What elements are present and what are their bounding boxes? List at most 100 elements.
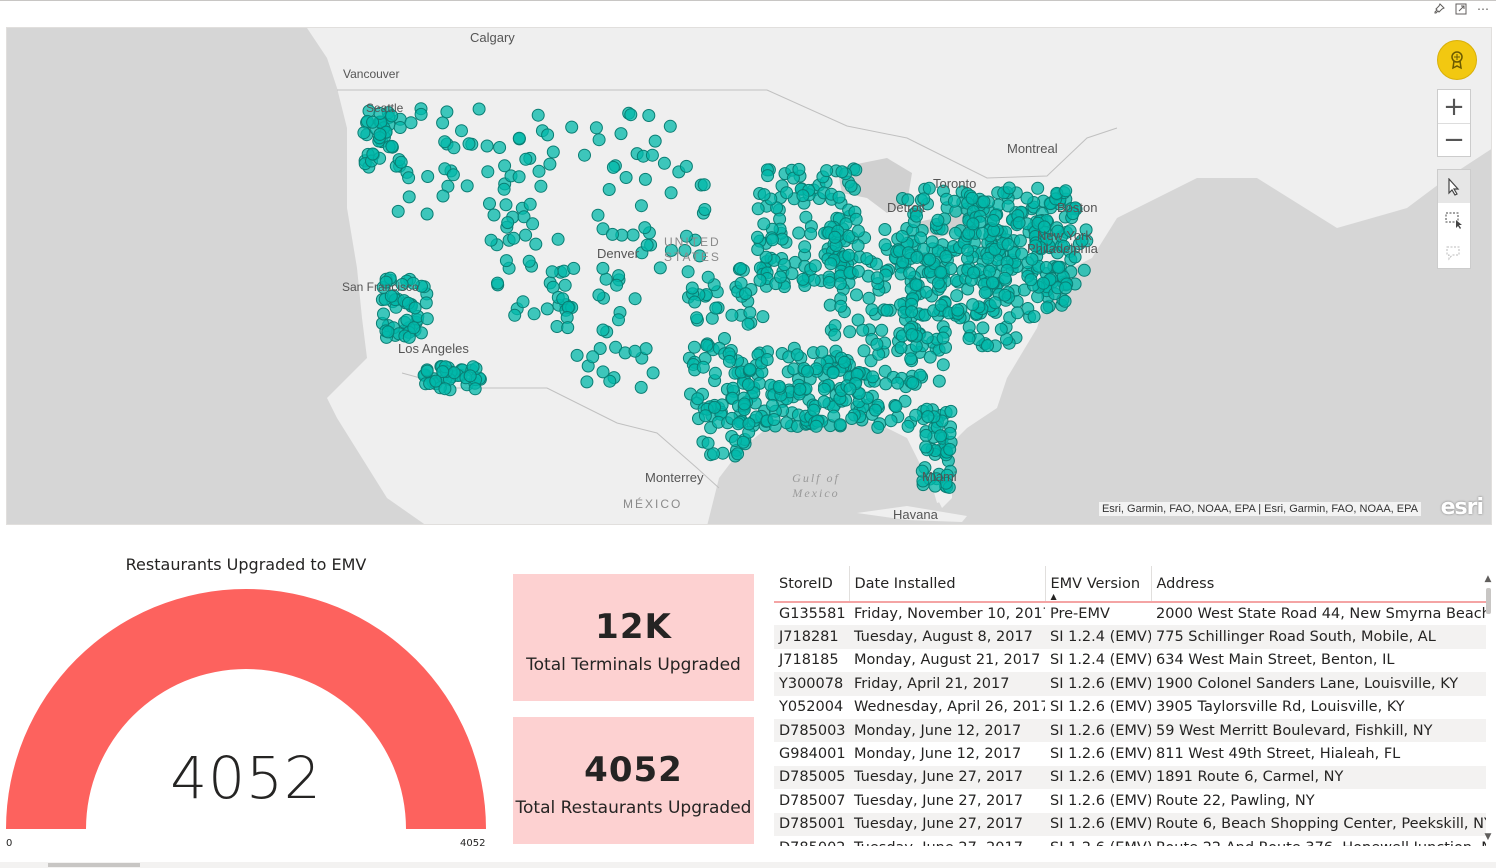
store-point[interactable] bbox=[879, 377, 893, 391]
store-point[interactable] bbox=[497, 182, 511, 196]
store-point[interactable] bbox=[966, 217, 980, 231]
store-point[interactable] bbox=[731, 447, 745, 461]
store-point[interactable] bbox=[772, 380, 786, 393]
store-point[interactable] bbox=[402, 190, 416, 204]
store-point[interactable] bbox=[491, 276, 504, 290]
store-point[interactable] bbox=[648, 134, 662, 148]
store-point[interactable] bbox=[774, 270, 787, 284]
store-point[interactable] bbox=[1039, 261, 1053, 274]
store-point[interactable] bbox=[939, 250, 953, 263]
store-point[interactable] bbox=[638, 221, 652, 235]
store-point[interactable] bbox=[741, 317, 755, 331]
store-point[interactable] bbox=[561, 321, 575, 335]
store-point[interactable] bbox=[645, 148, 659, 162]
store-point[interactable] bbox=[834, 299, 848, 313]
store-point[interactable] bbox=[944, 404, 958, 418]
store-point[interactable] bbox=[850, 288, 863, 302]
table-row[interactable]: Y300078 Friday, April 21, 2017 SI 1.2.6 (E… bbox=[774, 672, 1486, 696]
store-point[interactable] bbox=[936, 358, 950, 372]
store-point[interactable] bbox=[994, 322, 1008, 336]
store-point[interactable] bbox=[815, 345, 829, 359]
store-point[interactable] bbox=[366, 147, 380, 161]
store-point[interactable] bbox=[501, 216, 515, 230]
store-point[interactable] bbox=[725, 308, 739, 322]
store-point[interactable] bbox=[760, 353, 774, 366]
terminals-card[interactable]: 12K Total Terminals Upgraded bbox=[513, 574, 754, 701]
store-point[interactable] bbox=[777, 258, 791, 272]
scroll-down-icon[interactable]: ▼ bbox=[1483, 832, 1493, 842]
store-point[interactable] bbox=[540, 302, 554, 316]
store-point[interactable] bbox=[766, 233, 779, 247]
store-point[interactable] bbox=[891, 376, 905, 390]
store-point[interactable] bbox=[998, 288, 1012, 302]
store-point[interactable] bbox=[822, 275, 836, 289]
store-point[interactable] bbox=[743, 306, 757, 320]
store-point[interactable] bbox=[798, 240, 812, 254]
more-options-icon[interactable]: ⋯ bbox=[1476, 3, 1490, 19]
pointer-select-icon[interactable] bbox=[1438, 170, 1470, 203]
stores-table[interactable]: StoreID Date Installed EMV Version Addre… bbox=[774, 566, 1494, 846]
store-point[interactable] bbox=[558, 278, 572, 292]
store-point[interactable] bbox=[1020, 191, 1034, 205]
store-point[interactable] bbox=[546, 145, 560, 159]
store-point[interactable] bbox=[701, 270, 715, 284]
store-point[interactable] bbox=[914, 231, 928, 245]
table-row[interactable]: D785003 Monday, June 12, 2017 SI 1.2.6 (EM… bbox=[774, 718, 1486, 743]
store-point[interactable] bbox=[865, 303, 879, 317]
store-point[interactable] bbox=[606, 160, 620, 174]
store-point[interactable] bbox=[698, 203, 712, 216]
store-point[interactable] bbox=[626, 228, 640, 242]
store-point[interactable] bbox=[824, 257, 838, 271]
store-point[interactable] bbox=[580, 375, 594, 389]
store-point[interactable] bbox=[460, 179, 474, 193]
store-point[interactable] bbox=[832, 190, 846, 204]
store-point[interactable] bbox=[743, 362, 757, 376]
store-point[interactable] bbox=[414, 107, 428, 121]
store-point[interactable] bbox=[975, 226, 989, 240]
store-point[interactable] bbox=[592, 133, 606, 147]
map-visual[interactable]: Calgary Vancouver Seattle San Francisco … bbox=[6, 27, 1492, 525]
store-point[interactable] bbox=[663, 119, 677, 133]
store-point[interactable] bbox=[934, 265, 948, 279]
store-point[interactable] bbox=[640, 238, 654, 252]
store-point[interactable] bbox=[843, 325, 857, 339]
store-point[interactable] bbox=[807, 273, 821, 287]
store-point[interactable] bbox=[1001, 199, 1015, 213]
store-point[interactable] bbox=[1012, 216, 1026, 230]
store-point[interactable] bbox=[394, 155, 408, 169]
store-point[interactable] bbox=[447, 366, 461, 380]
store-point[interactable] bbox=[391, 204, 405, 218]
store-point[interactable] bbox=[808, 259, 822, 273]
store-point[interactable] bbox=[753, 273, 767, 287]
store-point[interactable] bbox=[757, 188, 771, 202]
table-row[interactable]: D785001 Tuesday, June 27, 2017 SI 1.2.6 (E… bbox=[774, 812, 1486, 836]
store-point[interactable] bbox=[493, 141, 507, 154]
store-point[interactable] bbox=[828, 328, 842, 342]
store-point[interactable] bbox=[809, 419, 823, 433]
store-point[interactable] bbox=[895, 229, 909, 243]
store-point[interactable] bbox=[440, 105, 454, 119]
store-point[interactable] bbox=[543, 157, 557, 171]
store-point[interactable] bbox=[612, 313, 625, 327]
store-point[interactable] bbox=[519, 152, 533, 166]
store-point[interactable] bbox=[884, 414, 898, 428]
store-point[interactable] bbox=[931, 213, 945, 227]
store-point[interactable] bbox=[570, 348, 584, 362]
zoom-in-button[interactable]: + bbox=[1438, 90, 1470, 123]
store-point[interactable] bbox=[1010, 306, 1024, 320]
store-point[interactable] bbox=[878, 223, 892, 236]
store-point[interactable] bbox=[696, 360, 710, 374]
store-point[interactable] bbox=[790, 348, 804, 362]
store-point[interactable] bbox=[756, 310, 770, 324]
store-point[interactable] bbox=[920, 331, 934, 345]
store-point[interactable] bbox=[586, 350, 600, 364]
store-point[interactable] bbox=[869, 403, 882, 417]
store-point[interactable] bbox=[385, 139, 399, 153]
store-point[interactable] bbox=[596, 365, 610, 379]
store-point[interactable] bbox=[638, 172, 652, 186]
store-point[interactable] bbox=[801, 364, 814, 378]
store-point[interactable] bbox=[1059, 184, 1073, 198]
store-point[interactable] bbox=[1059, 281, 1073, 295]
store-point[interactable] bbox=[796, 272, 810, 286]
store-point[interactable] bbox=[701, 436, 715, 450]
